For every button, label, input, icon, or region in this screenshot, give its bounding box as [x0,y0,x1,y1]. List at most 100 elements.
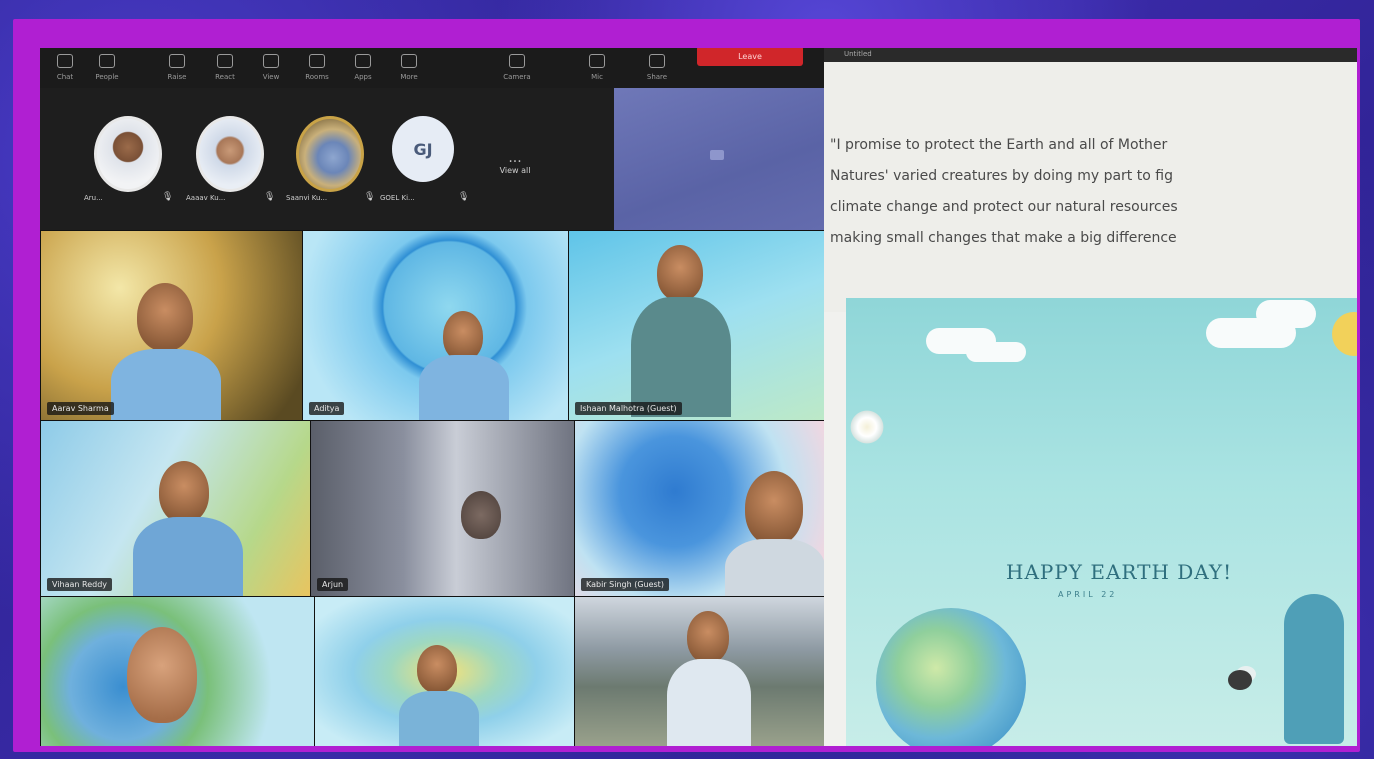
roster-person[interactable]: Aru... 🎙 [84,116,184,236]
participant-name: Kabir Singh (Guest) [581,578,669,591]
video-tile[interactable] [40,596,316,746]
mic-icon [589,54,605,68]
avatar-initials: GJ [392,116,454,182]
roster-person[interactable]: Aaaav Ku... 🎙 [186,116,286,236]
view-all-button[interactable]: ··· View all [495,155,535,175]
mic-button[interactable]: Mic [580,52,614,84]
slide-tab[interactable]: Untitled [844,50,872,58]
video-tile[interactable]: Arjun [310,420,576,598]
pledge-line: "I promise to protect the Earth and all … [830,137,1168,153]
view-button[interactable]: View [254,52,288,84]
chat-icon [57,54,73,68]
video-tile[interactable]: Vihaan Reddy [40,420,312,598]
leave-label: Leave [738,51,762,61]
slide-subtitle: APRIL 22 [1058,590,1118,599]
leave-button[interactable]: Leave [697,48,803,66]
view-label: View [262,73,280,81]
share-label: Share [646,73,668,81]
slide-title: HAPPY EARTH DAY! [1006,560,1233,584]
react-button[interactable]: React [208,52,242,84]
video-tile[interactable]: Ishaan Malhotra (Guest) [568,230,826,422]
pledge-line: climate change and protect our natural r… [830,199,1178,215]
camera-icon [509,54,525,68]
chat-label: Chat [56,73,74,81]
roster-person-name: Aaaav Ku... [186,194,226,202]
share-icon [649,54,665,68]
participant-name: Vihaan Reddy [47,578,113,591]
roster-person-name: Saanvi Ku... [286,194,328,202]
slide-tab-bar: Untitled [824,48,1357,62]
apps-button[interactable]: Apps [346,52,380,84]
participant-shirt [725,539,825,597]
participant-shirt [667,659,751,746]
sun-icon [1332,312,1357,356]
bee-icon [1228,670,1252,690]
more-label: More [400,73,418,81]
raise-hand-icon [169,54,185,68]
participant-face [745,471,803,545]
flower-icon [848,408,886,446]
video-grid: Aarav Sharma Aditya Ishaan Malhotra (Gue… [40,230,826,746]
plant-shape [1284,594,1344,744]
earth-globe-icon [876,608,1026,746]
participant-face [127,627,197,723]
rooms-label: Rooms [305,73,329,81]
roster-person-name: Aru... [84,194,103,202]
view-icon [263,54,279,68]
cloud-shape [1256,300,1316,328]
video-tile[interactable] [314,596,576,746]
cloud-shape [966,342,1026,362]
participant-face [137,283,193,351]
roster-person[interactable]: Saanvi Ku... 🎙 [286,116,386,236]
chat-button[interactable]: Chat [48,52,82,84]
earth-day-artwork: HAPPY EARTH DAY! APRIL 22 [846,298,1357,746]
participant-shirt [133,517,243,597]
camera-button[interactable]: Camera [500,52,534,84]
mic-icon: 🎙 [162,192,174,202]
mic-icon: 🎙 [458,192,470,202]
meeting-screen: Chat People Raise React View Rooms Apps … [40,48,1357,746]
meeting-panel: Chat People Raise React View Rooms Apps … [40,48,826,746]
raise-hand-label: Raise [167,73,187,81]
participant-face [417,645,457,693]
video-tile[interactable]: Aarav Sharma [40,230,304,422]
participant-name: Aarav Sharma [47,402,114,415]
video-tile[interactable]: Aditya [302,230,570,422]
more-icon [401,54,417,68]
avatar [196,116,264,192]
apps-label: Apps [354,73,372,81]
apps-icon [355,54,371,68]
camera-label: Camera [503,73,531,81]
video-tile[interactable] [574,596,826,746]
more-button[interactable]: More [392,52,426,84]
roster-person[interactable]: GJ GOEL Ki... 🎙 [380,116,480,236]
participant-name: Ishaan Malhotra (Guest) [575,402,682,415]
roster-person-name: GOEL Ki... [380,194,415,202]
avatar [296,116,364,192]
rooms-button[interactable]: Rooms [300,52,334,84]
participant-face [159,461,209,523]
participant-shirt [111,349,221,421]
participant-shirt [419,355,509,421]
participant-face [687,611,729,663]
rooms-icon [309,54,325,68]
participant-roster: Aru... 🎙 Aaaav Ku... 🎙 Saanvi Ku... 🎙 GJ… [40,88,614,230]
pledge-text: "I promise to protect the Earth and all … [830,130,1357,254]
video-tile[interactable]: Kabir Singh (Guest) [574,420,826,598]
participant-shirt [399,691,479,746]
participant-name: Aditya [309,402,345,415]
participant-shirt [631,297,731,417]
pledge-line: Natures' varied creatures by doing my pa… [830,168,1173,184]
people-button[interactable]: People [90,52,124,84]
raise-hand-button[interactable]: Raise [160,52,194,84]
participant-face [657,245,703,301]
react-label: React [215,73,235,81]
participant-face [443,311,483,361]
self-view-tile[interactable] [614,88,824,230]
share-button[interactable]: Share [640,52,674,84]
meeting-toolbar: Chat People Raise React View Rooms Apps … [40,48,824,88]
participant-face [461,491,501,539]
avatar [94,116,162,192]
camera-off-icon [710,150,724,160]
react-icon [217,54,233,68]
